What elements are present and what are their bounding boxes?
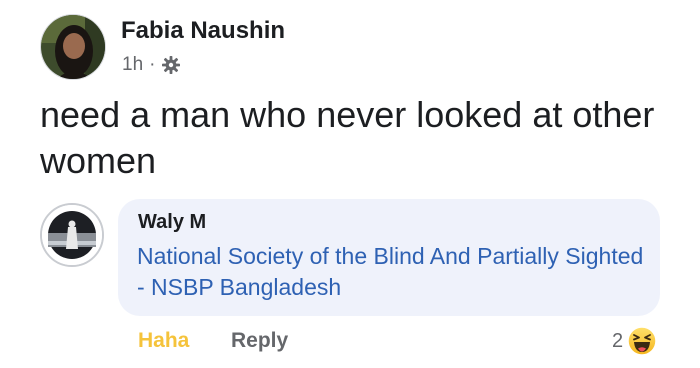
reaction-count: 2 bbox=[612, 329, 624, 352]
post-author-avatar[interactable] bbox=[40, 14, 106, 80]
comment-bubble: Waly M National Society of the Blind And… bbox=[118, 199, 660, 316]
comment-author-name[interactable]: Waly M bbox=[138, 211, 206, 234]
post-text: need a man who never looked at other wom… bbox=[40, 94, 655, 181]
post-author-name[interactable]: Fabia Naushin bbox=[121, 17, 285, 45]
avatar-photo bbox=[41, 15, 105, 79]
post-time[interactable]: 1h bbox=[122, 54, 143, 76]
haha-reaction-button[interactable]: Haha bbox=[138, 329, 189, 353]
meta-separator: · bbox=[149, 54, 156, 75]
haha-emoji-icon bbox=[627, 326, 657, 356]
post-meta: 1h · bbox=[122, 54, 181, 76]
comment-author-avatar[interactable] bbox=[40, 203, 104, 267]
reaction-summary[interactable]: 2 bbox=[612, 326, 657, 356]
avatar-photo bbox=[42, 205, 102, 265]
gear-icon[interactable] bbox=[161, 55, 181, 75]
comment-text[interactable]: National Society of the Blind And Partia… bbox=[137, 241, 647, 303]
reply-button[interactable]: Reply bbox=[231, 329, 288, 353]
